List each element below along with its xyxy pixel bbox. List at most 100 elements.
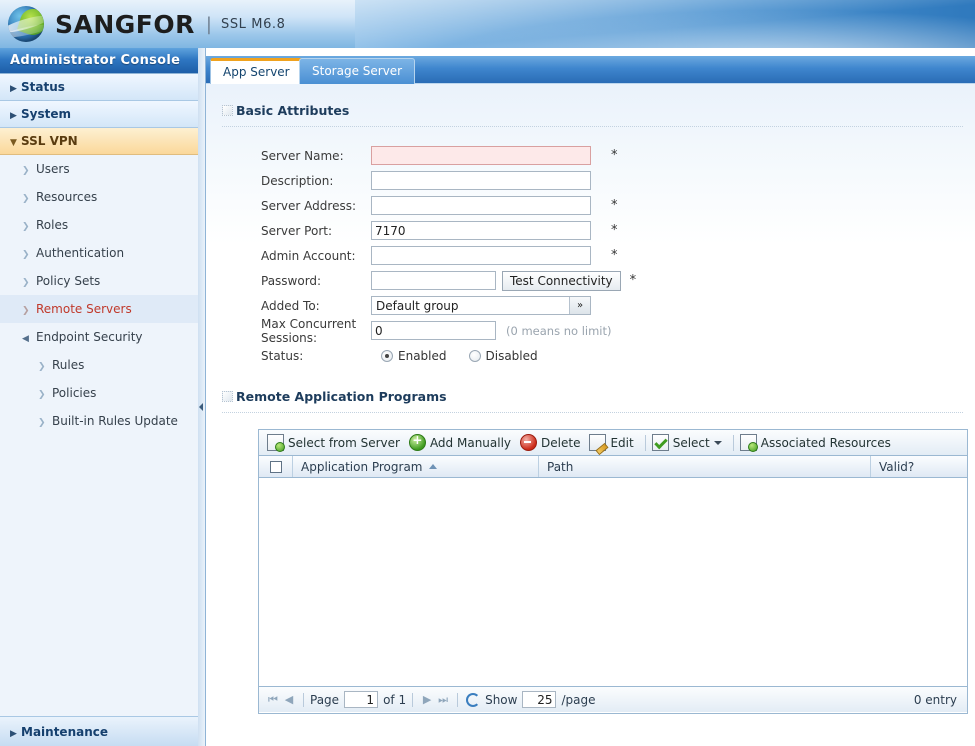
sidebar-group-maintenance[interactable]: ▶ Maintenance: [0, 716, 199, 746]
chevron-down-icon: [713, 440, 722, 445]
globe-logo-icon: [8, 6, 44, 42]
select-all-header-cell: [259, 456, 293, 477]
toolbar-label: Add Manually: [429, 435, 512, 450]
next-page-icon[interactable]: ▶: [419, 693, 435, 706]
sidebar-group-label: System: [21, 107, 71, 121]
chevron-right-icon: ❯: [38, 362, 46, 372]
sidebar-item-remote-servers[interactable]: ❯ Remote Servers: [0, 295, 199, 323]
circle-minus-red-icon: [520, 434, 538, 451]
column-label: Application Program: [301, 459, 423, 474]
sidebar-item-rules[interactable]: ❯ Rules: [0, 351, 199, 379]
brand-name: SANGFOR: [55, 9, 195, 39]
column-header-path[interactable]: Path: [539, 456, 871, 477]
column-header-valid[interactable]: Valid?: [871, 456, 967, 477]
toolbar-label: Select: [672, 435, 710, 450]
first-page-icon[interactable]: ⏮: [265, 693, 281, 707]
field-label: Status:: [261, 348, 304, 363]
page-number-input[interactable]: [344, 691, 379, 708]
page-size-input[interactable]: [522, 691, 557, 708]
sidebar: Administrator Console ▶ Status ▶ System ▼ S…: [0, 48, 200, 746]
sidebar-item-endpoint-security[interactable]: ◀ Endpoint Security: [0, 323, 199, 351]
tab-storage-server[interactable]: Storage Server: [299, 58, 416, 84]
sidebar-item-label: Endpoint Security: [36, 330, 143, 344]
sort-ascending-icon: [428, 464, 437, 469]
section-divider: [222, 412, 963, 413]
added-to-combo[interactable]: Default group »: [371, 296, 591, 315]
form-row-description: Description:: [206, 168, 975, 193]
password-input[interactable]: [371, 271, 496, 290]
entry-count-label: 0 entry: [913, 692, 957, 707]
select-from-server-button[interactable]: Select from Server: [265, 430, 407, 456]
status-disabled-radio[interactable]: [468, 349, 481, 362]
chevron-right-icon: ❯: [22, 278, 30, 288]
status-enabled-label: Enabled: [398, 348, 447, 363]
section-marker-icon: [222, 105, 233, 116]
brand-separator: |: [205, 13, 212, 35]
basic-attributes-form: Server Name: * Description: Server Addre…: [206, 143, 975, 368]
field-label: Added To:: [261, 298, 320, 313]
column-label: Path: [547, 459, 574, 474]
field-label: Admin Account:: [261, 248, 356, 263]
triangle-down-icon: ▼: [10, 138, 17, 148]
description-input[interactable]: [371, 171, 591, 190]
sidebar-item-policy-sets[interactable]: ❯ Policy Sets: [0, 267, 199, 295]
sidebar-group-system[interactable]: ▶ System: [0, 101, 199, 128]
sidebar-item-builtin-rules-update[interactable]: ❯ Built-in Rules Update: [0, 407, 199, 435]
sidebar-item-label: Policy Sets: [36, 274, 101, 288]
tab-app-server[interactable]: App Server: [210, 58, 303, 84]
sidebar-item-users[interactable]: ❯ Users: [0, 155, 199, 183]
last-page-icon[interactable]: ⏭: [435, 693, 451, 707]
sidebar-group-status[interactable]: ▶ Status: [0, 74, 199, 101]
chevron-right-icon: ❯: [22, 222, 30, 232]
sidebar-group-label: Status: [21, 80, 65, 94]
sidebar-item-roles[interactable]: ❯ Roles: [0, 211, 199, 239]
triangle-right-icon: ▶: [10, 729, 17, 739]
grid-body-empty: [259, 478, 967, 686]
admin-account-input[interactable]: [371, 246, 591, 265]
required-marker: *: [611, 223, 618, 238]
form-row-server-name: Server Name: *: [206, 143, 975, 168]
refresh-icon[interactable]: [466, 692, 481, 707]
select-all-checkbox[interactable]: [269, 460, 282, 473]
delete-button[interactable]: Delete: [518, 430, 587, 456]
form-row-server-port: Server Port: *: [206, 218, 975, 243]
page-add-icon: [267, 434, 285, 452]
sidebar-item-label: Policies: [52, 386, 97, 400]
server-name-input[interactable]: [371, 146, 591, 165]
select-dropdown-button[interactable]: Select: [650, 430, 729, 456]
toolbar-label: Delete: [541, 435, 581, 450]
section-divider: [222, 126, 963, 127]
field-label: Server Port:: [261, 223, 332, 238]
triangle-right-icon: ▶: [10, 111, 17, 121]
test-connectivity-button[interactable]: Test Connectivity: [502, 270, 621, 291]
prev-page-icon[interactable]: ◀: [281, 693, 297, 706]
page-of-label: of 1: [383, 692, 407, 707]
form-row-server-address: Server Address: *: [206, 193, 975, 218]
chevron-right-icon: ❯: [22, 166, 30, 176]
sidebar-collapse-handle[interactable]: [198, 48, 206, 746]
double-chevron-right-icon[interactable]: »: [569, 297, 590, 314]
sidebar-item-label: Users: [36, 162, 70, 176]
tab-bar: App Server Storage Server: [206, 56, 975, 84]
max-concurrent-sessions-input[interactable]: [371, 321, 496, 340]
page-label: Page: [310, 692, 340, 707]
sidebar-item-authentication[interactable]: ❯ Authentication: [0, 239, 199, 267]
section-header-remote-apps: Remote Application Programs: [206, 388, 975, 406]
grid-pager: ⏮ ◀ Page of 1 ▶ ⏭ Show /page 0 entry: [259, 686, 967, 712]
server-port-input[interactable]: [371, 221, 591, 240]
sidebar-item-policies[interactable]: ❯ Policies: [0, 379, 199, 407]
server-address-input[interactable]: [371, 196, 591, 215]
edit-button[interactable]: Edit: [587, 430, 640, 456]
sidebar-group-ssl-vpn[interactable]: ▼ SSL VPN: [0, 128, 199, 155]
sidebar-item-label: Resources: [36, 190, 98, 204]
add-manually-button[interactable]: Add Manually: [407, 430, 518, 456]
column-header-application-program[interactable]: Application Program: [293, 456, 539, 477]
chevron-right-icon: ❯: [22, 250, 30, 260]
associated-resources-button[interactable]: Associated Resources: [738, 430, 898, 456]
product-version: SSL M6.8: [220, 16, 286, 32]
status-enabled-radio[interactable]: [381, 349, 393, 362]
sidebar-item-resources[interactable]: ❯ Resources: [0, 183, 199, 211]
triangle-right-icon: ▶: [10, 84, 17, 94]
pager-separator: [457, 692, 459, 707]
field-label: Description:: [261, 173, 334, 188]
